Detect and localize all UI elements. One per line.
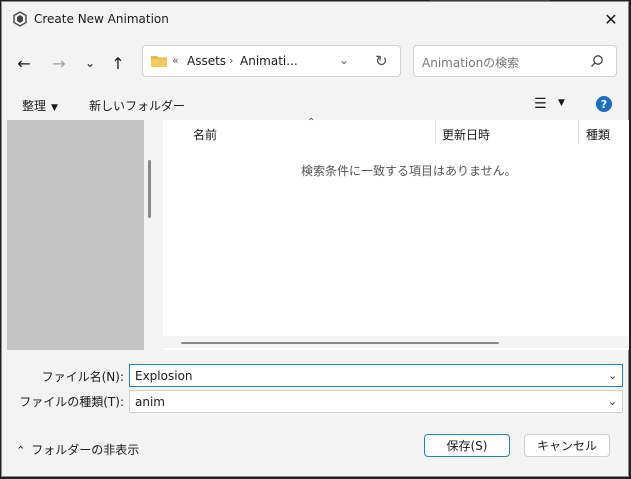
arrow-right-icon: →: [52, 53, 66, 73]
chevron-down-icon: ⌄: [607, 395, 617, 408]
column-divider[interactable]: [578, 120, 579, 144]
empty-message: 検索条件に一致する項目はありません。: [301, 164, 517, 178]
organize-menu[interactable]: 整理 ▼: [22, 97, 58, 114]
hide-folders-label: フォルダーの非表示: [31, 443, 140, 457]
view-list-icon[interactable]: ☰: [534, 96, 547, 112]
navigation-pane[interactable]: [7, 120, 144, 350]
filename-dropdown-icon[interactable]: ⌄: [608, 369, 617, 382]
close-button[interactable]: ✕: [598, 6, 624, 32]
search-box[interactable]: Animationの検索: [413, 45, 617, 77]
sort-ascending-icon: ⌃: [307, 117, 316, 128]
search-placeholder: Animationの検索: [422, 56, 520, 70]
view-caret-down-icon[interactable]: ▼: [558, 98, 565, 108]
column-header-type[interactable]: 種類: [586, 126, 610, 143]
filetype-value: anim: [135, 395, 165, 409]
breadcrumb-overflow[interactable]: «: [172, 54, 179, 67]
filename-field[interactable]: [129, 364, 623, 387]
filetype-label: ファイルの種類(T):: [19, 395, 124, 409]
filetype-select[interactable]: anim ⌄: [129, 390, 623, 413]
address-bar[interactable]: « Assets › Animati... ⌄ ↻: [142, 45, 401, 77]
chevron-down-icon: ⌄: [84, 56, 96, 70]
cancel-button[interactable]: キャンセル: [524, 434, 610, 457]
arrow-left-icon: ←: [17, 53, 31, 73]
navigation-bar: ← → ⌄ ↑ « Assets › Animati... ⌄ ↻ Animat…: [2, 36, 628, 90]
file-list[interactable]: ⌃ 名前 更新日時 種類 検索条件に一致する項目はありません。: [163, 117, 629, 350]
breadcrumb-animation[interactable]: Animati...: [240, 54, 298, 68]
horizontal-scrollbar-thumb[interactable]: [181, 342, 499, 344]
chevron-up-icon: ⌃: [16, 444, 26, 457]
help-icon[interactable]: ?: [596, 96, 612, 112]
column-divider[interactable]: [435, 120, 436, 144]
organize-label: 整理: [22, 99, 47, 113]
close-icon: ✕: [604, 9, 618, 29]
save-dialog: Create New Animation ✕ ← → ⌄ ↑ « Assets …: [1, 1, 629, 477]
refresh-icon[interactable]: ↻: [375, 52, 388, 70]
save-button[interactable]: 保存(S): [424, 434, 510, 457]
hide-folders-toggle[interactable]: ⌃ フォルダーの非表示: [16, 441, 139, 458]
search-icon: [591, 55, 603, 67]
up-button[interactable]: ↑: [106, 52, 130, 74]
title-bar: Create New Animation ✕: [2, 2, 628, 36]
horizontal-scrollbar[interactable]: [163, 336, 629, 348]
forward-button[interactable]: →: [47, 52, 71, 74]
filename-label: ファイル名(N):: [41, 370, 124, 384]
chevron-right-icon: ›: [229, 54, 234, 67]
folder-icon: [151, 56, 167, 67]
breadcrumb-assets[interactable]: Assets: [187, 54, 226, 68]
new-folder-button[interactable]: 新しいフォルダー: [89, 97, 185, 114]
address-dropdown-icon[interactable]: ⌄: [339, 53, 349, 67]
command-bar: 整理 ▼ 新しいフォルダー ☰ ▼ ?: [2, 90, 628, 120]
navigation-pane-scrollbar[interactable]: [148, 160, 151, 218]
column-header-date-modified[interactable]: 更新日時: [442, 126, 490, 143]
back-button[interactable]: ←: [12, 52, 36, 74]
window-title: Create New Animation: [34, 12, 169, 26]
unity-app-icon: [13, 11, 27, 27]
recent-locations-button[interactable]: ⌄: [78, 52, 102, 74]
arrow-up-icon: ↑: [111, 53, 125, 73]
browser-area: ⌃ 名前 更新日時 種類 検索条件に一致する項目はありません。: [2, 117, 629, 352]
column-header-name[interactable]: 名前: [193, 126, 217, 143]
caret-down-icon: ▼: [51, 103, 58, 113]
